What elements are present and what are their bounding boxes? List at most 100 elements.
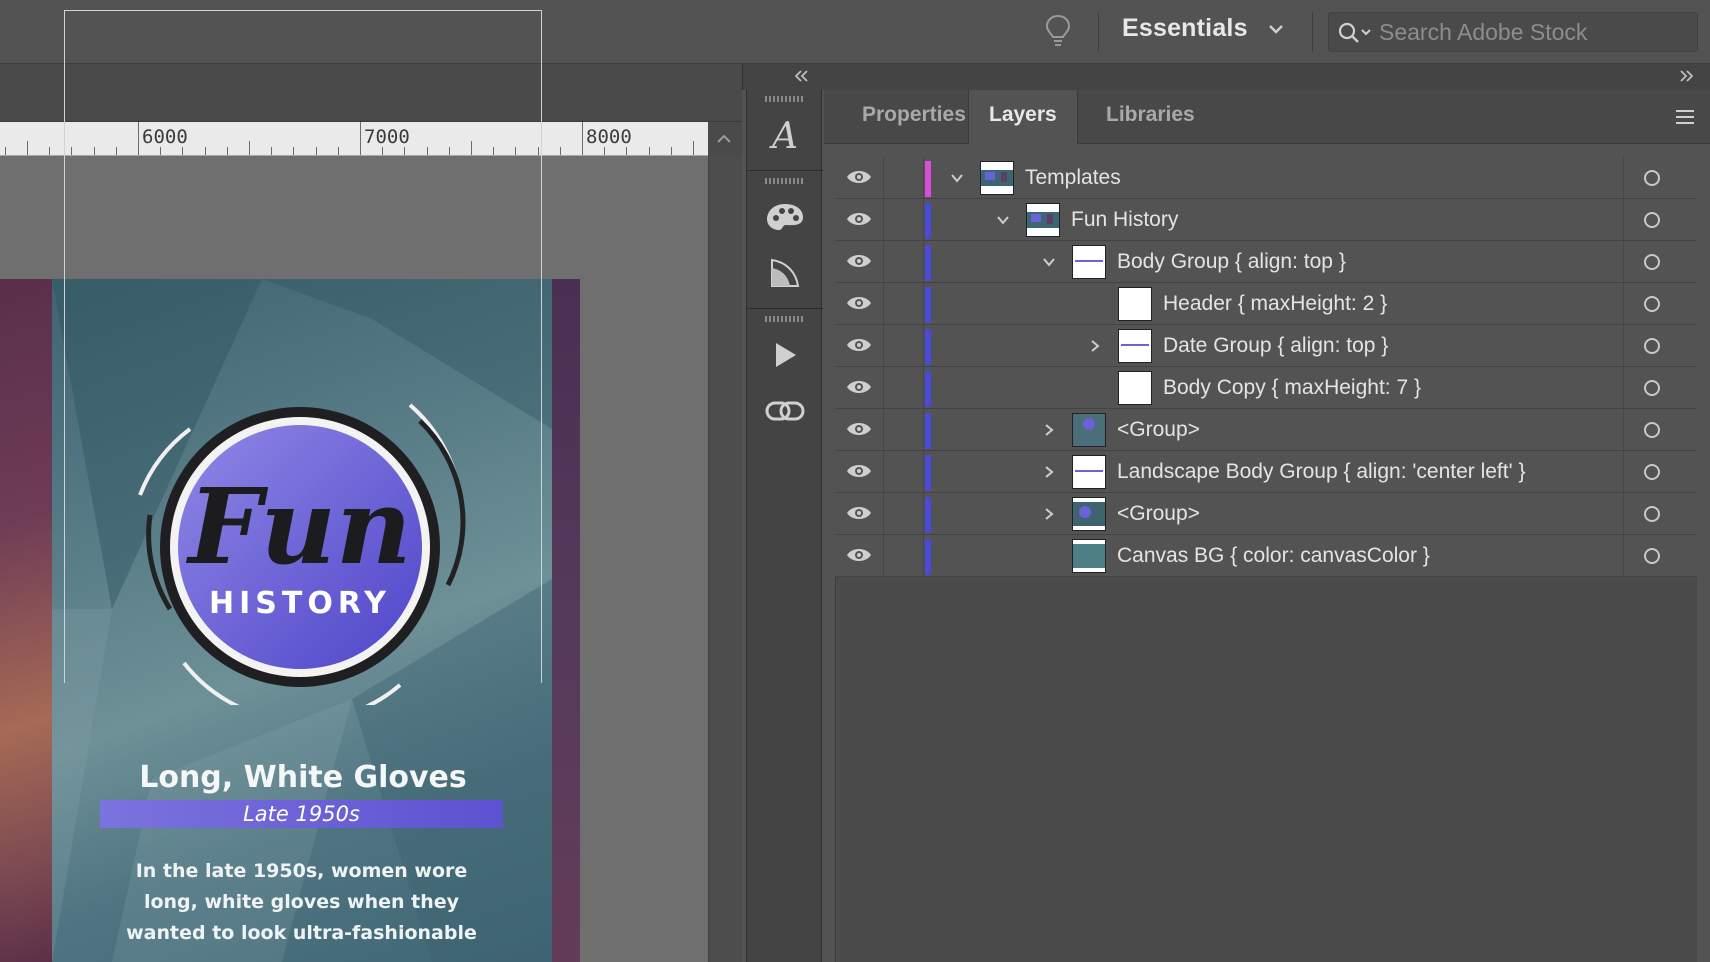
visibility-eye-icon[interactable] <box>845 167 873 187</box>
gradient-panel-button[interactable] <box>747 246 823 300</box>
layer-name[interactable]: Date Group { align: top } <box>1163 325 1388 367</box>
workspace-switcher-label[interactable]: Essentials <box>1122 14 1248 43</box>
layer-color-bar <box>925 539 931 575</box>
column-divider <box>923 283 924 325</box>
column-divider <box>923 325 924 367</box>
visibility-eye-icon[interactable] <box>845 293 873 313</box>
layer-name[interactable]: Fun History <box>1071 199 1178 241</box>
layer-name[interactable]: Canvas BG { color: canvasColor } <box>1117 535 1430 577</box>
tab-libraries[interactable]: Libraries <box>1086 90 1215 144</box>
chevron-down-icon[interactable] <box>995 212 1011 228</box>
layer-thumbnail <box>1072 539 1106 573</box>
collapse-panels-icon[interactable] <box>792 68 812 84</box>
layer-name[interactable]: Body Group { align: top } <box>1117 241 1346 283</box>
column-divider <box>923 451 924 493</box>
layer-color-bar <box>925 413 931 449</box>
column-divider <box>1623 535 1624 577</box>
chevron-down-icon[interactable] <box>949 170 965 186</box>
visibility-eye-icon[interactable] <box>845 335 873 355</box>
layer-name[interactable]: Templates <box>1025 157 1121 199</box>
visibility-eye-icon[interactable] <box>845 209 873 229</box>
chevron-up-icon[interactable] <box>714 132 734 146</box>
layer-row[interactable]: Body Copy { maxHeight: 7 } <box>835 367 1697 409</box>
tab-layers[interactable]: Layers <box>968 90 1078 144</box>
layer-name[interactable]: <Group> <box>1117 409 1200 451</box>
actions-panel-button[interactable] <box>747 328 823 382</box>
layer-color-bar <box>925 455 931 491</box>
layer-row[interactable]: Date Group { align: top } <box>835 325 1697 367</box>
layer-row[interactable]: Templates <box>835 157 1697 199</box>
chevron-down-icon[interactable] <box>1041 254 1057 270</box>
chevron-down-icon[interactable] <box>1266 22 1286 36</box>
visibility-eye-icon[interactable] <box>845 251 873 271</box>
column-divider <box>1623 157 1624 199</box>
layer-row[interactable]: Body Group { align: top } <box>835 241 1697 283</box>
layer-name[interactable]: Header { maxHeight: 2 } <box>1163 283 1387 325</box>
column-divider <box>1623 451 1624 493</box>
color-guide-button[interactable] <box>747 190 823 244</box>
column-divider <box>1623 241 1624 283</box>
panel-menu-icon[interactable] <box>1674 108 1696 126</box>
layer-row[interactable]: <Group> <box>835 493 1697 535</box>
layer-color-bar <box>925 371 931 407</box>
artboard-right-art <box>552 279 580 962</box>
target-circle-icon[interactable] <box>1644 422 1660 438</box>
layer-row[interactable]: Canvas BG { color: canvasColor } <box>835 535 1697 577</box>
chevron-right-icon[interactable] <box>1041 464 1057 480</box>
chevron-right-icon[interactable] <box>1041 422 1057 438</box>
target-circle-icon[interactable] <box>1644 464 1660 480</box>
visibility-eye-icon[interactable] <box>845 545 873 565</box>
visibility-eye-icon[interactable] <box>845 461 873 481</box>
column-divider <box>883 157 884 199</box>
visibility-eye-icon[interactable] <box>845 377 873 397</box>
chevron-right-icon[interactable] <box>1087 338 1103 354</box>
layer-name[interactable]: <Group> <box>1117 493 1200 535</box>
visibility-eye-icon[interactable] <box>845 419 873 439</box>
panel-dock-header <box>824 64 1710 90</box>
layer-name[interactable]: Landscape Body Group { align: 'center le… <box>1117 451 1525 493</box>
layer-thumbnail <box>1118 371 1152 405</box>
lightbulb-icon[interactable] <box>1044 14 1072 48</box>
layer-row[interactable]: Landscape Body Group { align: 'center le… <box>835 451 1697 493</box>
visibility-eye-icon[interactable] <box>845 503 873 523</box>
chevron-right-icon[interactable] <box>1041 506 1057 522</box>
character-icon: A <box>769 116 798 154</box>
separator <box>747 308 823 309</box>
column-divider <box>1623 199 1624 241</box>
column-divider <box>1623 325 1624 367</box>
logo-word: Fun <box>185 465 411 588</box>
target-circle-icon[interactable] <box>1644 212 1660 228</box>
layer-row[interactable]: <Group> <box>835 409 1697 451</box>
target-circle-icon[interactable] <box>1644 254 1660 270</box>
column-divider <box>883 325 884 367</box>
body-line: wanted to look ultra-fashionable <box>126 922 477 944</box>
character-panel-button[interactable]: A <box>747 108 823 162</box>
separator <box>1312 12 1313 52</box>
target-circle-icon[interactable] <box>1644 506 1660 522</box>
expand-panels-icon[interactable] <box>1676 68 1696 84</box>
target-circle-icon[interactable] <box>1644 338 1660 354</box>
column-divider <box>883 199 884 241</box>
drag-grip[interactable] <box>765 178 805 184</box>
layer-color-bar <box>925 329 931 365</box>
search-icon[interactable] <box>1337 21 1377 45</box>
tab-properties[interactable]: Properties <box>842 90 986 144</box>
target-circle-icon[interactable] <box>1644 296 1660 312</box>
column-divider <box>923 241 924 283</box>
links-panel-button[interactable] <box>747 384 823 438</box>
ruler-tick <box>626 147 628 155</box>
drag-grip[interactable] <box>765 316 805 322</box>
vertical-scrollbar[interactable] <box>708 156 742 962</box>
target-circle-icon[interactable] <box>1644 380 1660 396</box>
search-input[interactable] <box>1379 17 1689 47</box>
svg-text:A: A <box>769 116 798 154</box>
layer-row[interactable]: Fun History <box>835 199 1697 241</box>
drag-grip[interactable] <box>765 96 805 102</box>
column-divider <box>883 451 884 493</box>
layer-name[interactable]: Body Copy { maxHeight: 7 } <box>1163 367 1421 409</box>
layer-row[interactable]: Header { maxHeight: 2 } <box>835 283 1697 325</box>
separator <box>1098 12 1099 52</box>
layer-color-bar <box>925 245 931 281</box>
target-circle-icon[interactable] <box>1644 548 1660 564</box>
target-circle-icon[interactable] <box>1644 170 1660 186</box>
